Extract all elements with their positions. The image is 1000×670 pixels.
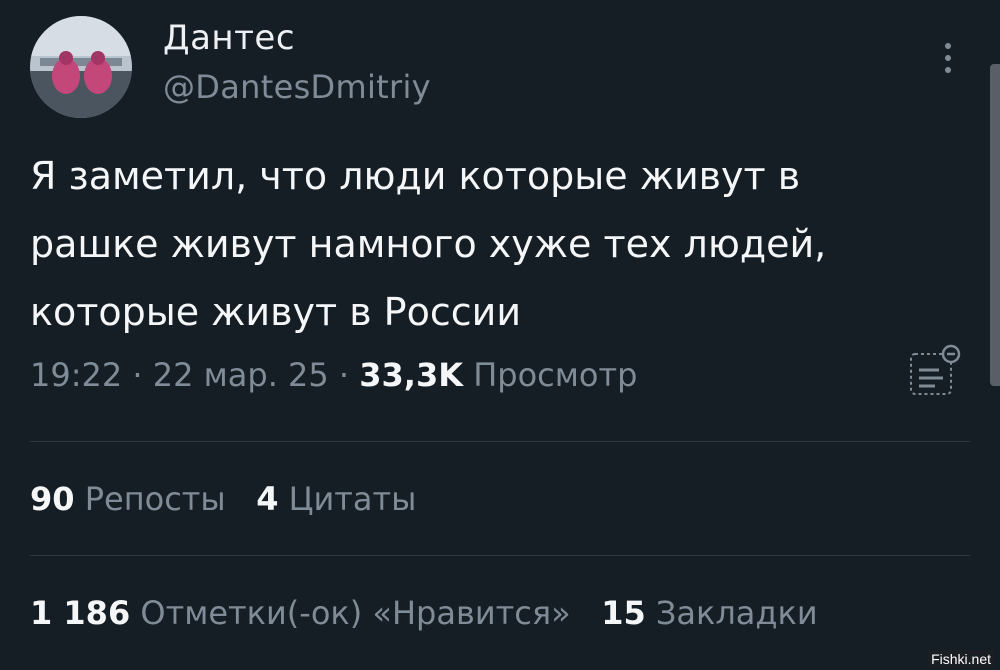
- watermark: Fishki.net: [928, 650, 994, 668]
- meta-separator: ·: [328, 356, 360, 394]
- reposts-count: 90: [30, 480, 75, 518]
- analytics-button[interactable]: [905, 342, 965, 402]
- more-vertical-icon: [945, 43, 951, 73]
- likes-count: 1 186: [30, 594, 131, 632]
- bookmarks-label: Закладки: [655, 594, 818, 632]
- tweet-text: Я заметил, что люди которые живут в рашк…: [30, 154, 827, 334]
- tweet-meta: 19:22 · 22 мар. 25 · 33,3K Просмотр: [30, 356, 637, 394]
- reposts-stat[interactable]: 90 Репосты: [30, 480, 226, 518]
- quotes-label: Цитаты: [288, 480, 417, 518]
- reposts-label: Репосты: [84, 480, 226, 518]
- quotes-count: 4: [256, 480, 279, 518]
- avatar-image: [30, 16, 132, 118]
- likes-label: Отметки(-ок) «Нравится»: [140, 594, 571, 632]
- scrollbar[interactable]: [990, 64, 1000, 386]
- engagement-stats-row-2: 1 186 Отметки(-ок) «Нравится» 15 Закладк…: [30, 594, 818, 632]
- meta-separator: ·: [122, 356, 153, 394]
- engagement-stats-row-1: 90 Репосты 4 Цитаты: [30, 480, 416, 518]
- user-handle[interactable]: @DantesDmitriy: [163, 68, 431, 106]
- more-options-button[interactable]: [938, 40, 958, 76]
- display-name[interactable]: Дантес: [163, 18, 295, 58]
- avatar[interactable]: [30, 16, 132, 118]
- analytics-icon: [910, 344, 961, 395]
- views-count: 33,3K: [359, 356, 464, 394]
- tweet-time[interactable]: 19:22: [30, 356, 122, 394]
- divider: [30, 555, 970, 556]
- views-label: Просмотр: [473, 356, 638, 394]
- divider: [30, 441, 970, 442]
- bookmarks-stat[interactable]: 15 Закладки: [601, 594, 817, 632]
- quotes-stat[interactable]: 4 Цитаты: [256, 480, 416, 518]
- likes-stat[interactable]: 1 186 Отметки(-ок) «Нравится»: [30, 594, 571, 632]
- tweet-date[interactable]: 22 мар. 25: [153, 356, 329, 394]
- bookmarks-count: 15: [601, 594, 646, 632]
